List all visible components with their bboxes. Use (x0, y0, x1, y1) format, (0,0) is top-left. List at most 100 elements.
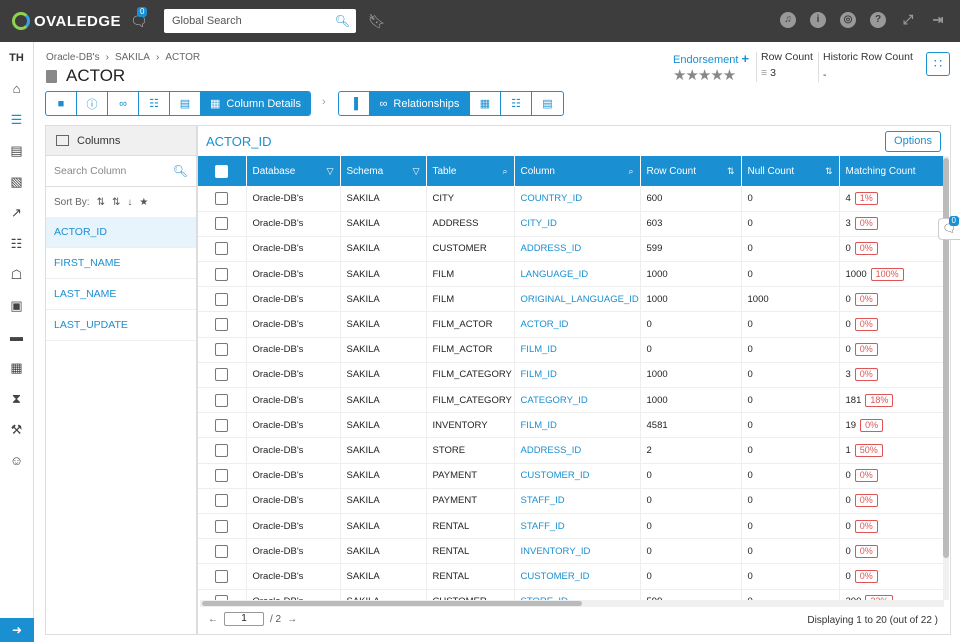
tab-info[interactable]: ⓘ (77, 92, 108, 115)
table-row[interactable]: Oracle-DB's SAKILA PAYMENT CUSTOMER_ID 0 0 0 0% (198, 463, 944, 489)
table-icon[interactable]: ▦ (0, 352, 33, 383)
horizontal-scrollbar[interactable] (200, 600, 944, 607)
row-checkbox-cell[interactable] (198, 437, 247, 464)
tab-statistics[interactable]: ▐ (339, 92, 370, 115)
chrome-icon[interactable]: ◎ (840, 12, 856, 28)
table-row[interactable]: Oracle-DB's SAKILA RENTAL STAFF_ID 0 0 0 0% (198, 513, 944, 540)
column-item[interactable]: LAST_NAME (46, 279, 196, 310)
row-checkbox[interactable] (215, 191, 229, 205)
header-matching-count[interactable]: Matching Count (839, 156, 944, 186)
header-database[interactable]: Database ▽ (246, 156, 341, 186)
row-checkbox-cell[interactable] (198, 538, 247, 565)
column-link[interactable]: LANGUAGE_ID (521, 269, 589, 280)
table-row[interactable]: Oracle-DB's SAKILA ADDRESS CITY_ID 603 0 3 0% (198, 211, 944, 237)
cell-column[interactable]: CUSTOMER_ID (514, 463, 641, 489)
sort-alpha-desc-icon[interactable]: ⇅ (112, 197, 120, 208)
table-row[interactable]: Oracle-DB's SAKILA INVENTORY FILM_ID 4581 0 19… (198, 412, 944, 439)
header-schema[interactable]: Schema ▽ (340, 156, 427, 186)
search-icon[interactable]: ⌕ (502, 166, 507, 177)
sort-star-icon[interactable]: ★ (139, 197, 148, 208)
column-item[interactable]: FIRST_NAME (46, 248, 196, 279)
expand-icon[interactable]: ⤢ (900, 12, 916, 28)
row-checkbox[interactable] (215, 292, 229, 306)
cell-column[interactable]: ACTOR_ID (514, 311, 641, 338)
row-checkbox[interactable] (215, 217, 229, 231)
row-checkbox-cell[interactable] (198, 412, 247, 439)
column-link[interactable]: STAFF_ID (521, 495, 565, 506)
sort-alpha-asc-icon[interactable]: ⇅ (97, 197, 105, 208)
table-row[interactable]: Oracle-DB's SAKILA FILM_CATEGORY CATEGORY_I… (198, 387, 944, 414)
cell-column[interactable]: CUSTOMER_ID (514, 563, 641, 590)
row-checkbox-cell[interactable] (198, 589, 247, 600)
row-checkbox-cell[interactable] (198, 387, 247, 414)
endorsement-label[interactable]: Endorsement + (673, 51, 749, 66)
select-all-checkbox[interactable] (215, 164, 229, 178)
row-checkbox[interactable] (215, 393, 229, 407)
note-icon[interactable]: ▧ (0, 166, 33, 197)
book-icon[interactable]: ▤ (0, 135, 33, 166)
column-link[interactable]: CUSTOMER_ID (521, 470, 590, 481)
tab-summary[interactable]: ■ (46, 92, 77, 115)
column-link[interactable]: ACTOR_ID (521, 319, 569, 330)
row-checkbox-cell[interactable] (198, 337, 247, 363)
bookmark-icon[interactable]: 🔖︎ (368, 13, 386, 30)
tab-lineage[interactable]: ☷ (501, 92, 532, 115)
select-all-checkbox-cell[interactable] (198, 156, 247, 186)
cell-column[interactable]: LANGUAGE_ID (514, 261, 641, 288)
options-button[interactable]: Options (885, 131, 941, 152)
plus-icon[interactable]: + (742, 51, 750, 66)
sort-icon[interactable]: ⇅ (825, 166, 833, 177)
row-checkbox[interactable] (215, 569, 229, 583)
headset-icon[interactable]: ♫ (780, 12, 796, 28)
row-checkbox-cell[interactable] (198, 186, 247, 212)
arrow-right-icon[interactable]: ➜ (0, 618, 34, 642)
row-checkbox-cell[interactable] (198, 236, 247, 263)
column-link[interactable]: CUSTOMER_ID (521, 571, 590, 582)
row-checkbox-cell[interactable] (198, 563, 247, 590)
row-checkbox-cell[interactable] (198, 362, 247, 389)
table-row[interactable]: Oracle-DB's SAKILA STORE ADDRESS_ID 2 0 1 50% (198, 437, 944, 464)
row-checkbox[interactable] (215, 494, 229, 508)
nav-initials[interactable]: TH (0, 42, 33, 73)
cell-column[interactable]: FILM_ID (514, 362, 641, 389)
column-item[interactable]: LAST_UPDATE (46, 310, 196, 341)
cell-column[interactable]: CITY_ID (514, 211, 641, 237)
table-row[interactable]: Oracle-DB'sSAKILACUSTOMERSTORE_ID5990200… (198, 589, 944, 600)
table-row[interactable]: Oracle-DB's SAKILA CITY COUNTRY_ID 600 0 4 1% (198, 186, 944, 212)
column-link[interactable]: INVENTORY_ID (521, 546, 591, 557)
logout-icon[interactable]: ⇥ (930, 12, 946, 28)
row-checkbox[interactable] (215, 519, 229, 533)
clipboard-icon[interactable]: ☷ (0, 228, 33, 259)
search-icon[interactable]: 🔍︎ (173, 164, 188, 178)
cell-column[interactable]: INVENTORY_ID (514, 538, 641, 565)
sort-numeric-icon[interactable]: ↓ (127, 197, 132, 208)
prev-page-icon[interactable]: ← (208, 614, 218, 625)
breadcrumb-schema[interactable]: SAKILA (115, 52, 150, 63)
bank-icon[interactable]: ☖ (0, 259, 33, 290)
table-row[interactable]: Oracle-DB's SAKILA CUSTOMER ADDRESS_ID 599 0 0… (198, 236, 944, 263)
column-search-input[interactable]: Search Column 🔍︎ (46, 156, 196, 187)
column-link[interactable]: ADDRESS_ID (521, 243, 582, 254)
table-row[interactable]: Oracle-DB's SAKILA PAYMENT STAFF_ID 0 0 0 0% (198, 488, 944, 514)
tab-links[interactable]: ∞ (108, 92, 139, 115)
apps-grid-button[interactable]: ∷ (926, 52, 950, 76)
row-checkbox-cell[interactable] (198, 463, 247, 489)
home-icon[interactable]: ⌂ (0, 73, 33, 104)
row-checkbox[interactable] (215, 318, 229, 332)
breadcrumb-database[interactable]: Oracle-DB's (46, 52, 100, 63)
table-row[interactable]: Oracle-DB's SAKILA FILM_ACTOR FILM_ID 0 0 0 0% (198, 337, 944, 363)
header-row-count[interactable]: Row Count ⇅ (640, 156, 742, 186)
page-number-input[interactable]: 1 (224, 612, 264, 626)
tab-archive[interactable]: ▤ (170, 92, 201, 115)
rating-stars[interactable]: ★★★★★ (673, 66, 749, 84)
table-row[interactable]: Oracle-DB's SAKILA RENTAL CUSTOMER_ID 0 0 0 0% (198, 563, 944, 590)
table-row[interactable]: Oracle-DB's SAKILA FILM_CATEGORY FILM_ID 100… (198, 362, 944, 389)
breadcrumb-table[interactable]: ACTOR (165, 52, 200, 63)
info-icon[interactable]: i (810, 12, 826, 28)
ovaledge-logo[interactable]: OVALEDGE (12, 12, 122, 30)
next-page-icon[interactable]: → (287, 614, 297, 625)
tab-hierarchy[interactable]: ☷ (139, 92, 170, 115)
folder-icon[interactable]: ▬ (0, 321, 33, 352)
tab-column-details[interactable]: ▦ Column Details (201, 92, 310, 115)
row-checkbox[interactable] (215, 418, 229, 432)
